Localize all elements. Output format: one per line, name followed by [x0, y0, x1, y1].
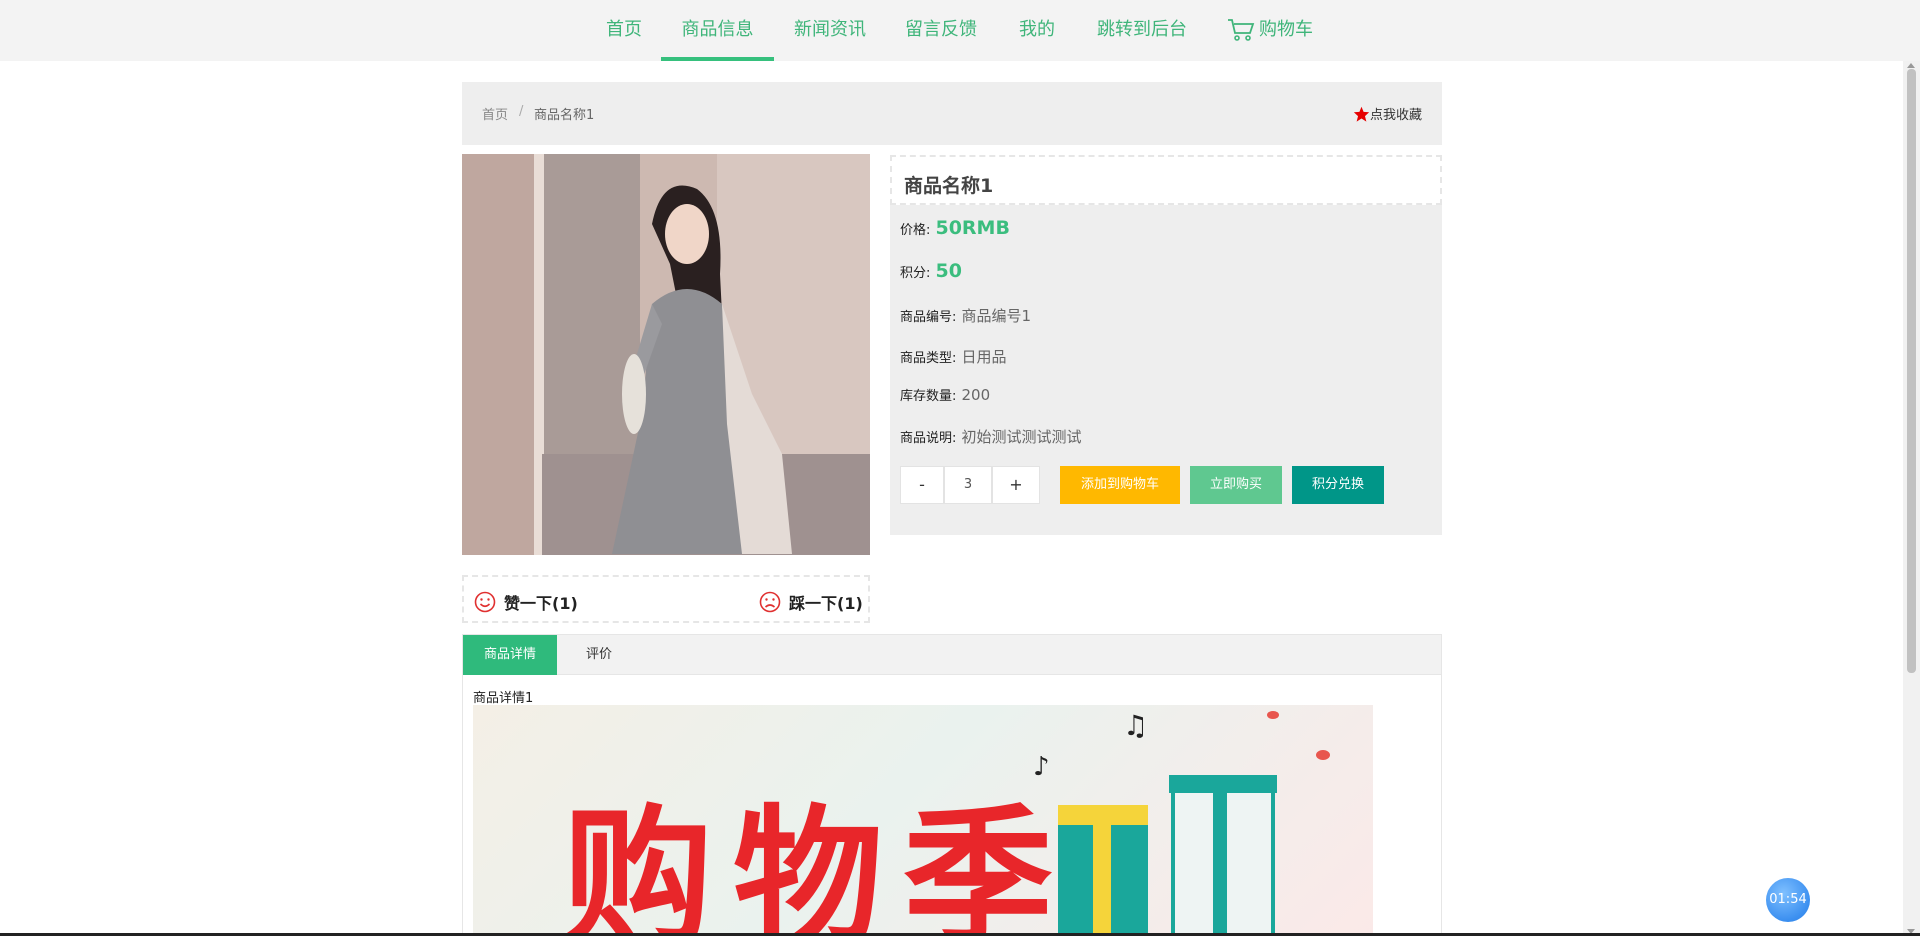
desc-value: 初始测试测试测试	[961, 428, 1082, 446]
favorite-button[interactable]: 点我收藏	[1353, 104, 1422, 123]
smile-icon	[474, 591, 496, 613]
tab-details[interactable]: 商品详情	[463, 635, 557, 675]
product-info-panel: 价格: 50RMB 积分: 50 商品编号: 商品编号1 商品类型: 日用品 库…	[890, 205, 1442, 535]
breadcrumb: 首页 / 商品名称1 点我收藏	[462, 82, 1442, 145]
nav-products[interactable]: 商品信息	[661, 0, 774, 61]
price-value: 50RMB	[935, 217, 1010, 239]
product-title: 商品名称1	[904, 175, 994, 197]
banner-text: 购物季	[563, 792, 1073, 936]
stock-value: 200	[961, 386, 991, 404]
add-to-cart-button[interactable]: 添加到购物车	[1060, 466, 1180, 504]
vote-bar: 赞一下(1) 踩一下(1)	[462, 575, 870, 623]
timer-badge: 01:54	[1766, 878, 1810, 922]
quantity-input[interactable]: 3	[944, 466, 992, 504]
like-button[interactable]: 赞一下(1)	[474, 590, 578, 614]
quantity-increase-button[interactable]: +	[992, 466, 1040, 504]
scroll-up-arrow-icon[interactable]	[1907, 63, 1915, 68]
like-label: 赞一下(1)	[504, 594, 578, 613]
price-label: 价格:	[900, 223, 931, 238]
favorite-label: 点我收藏	[1369, 108, 1422, 123]
nav-home[interactable]: 首页	[602, 0, 646, 61]
code-value: 商品编号1	[961, 307, 1032, 325]
nav-feedback[interactable]: 留言反馈	[901, 0, 981, 61]
nav-news[interactable]: 新闻资讯	[790, 0, 870, 61]
dislike-button[interactable]: 踩一下(1)	[759, 590, 863, 614]
price-row: 价格: 50RMB	[900, 217, 1010, 239]
type-row: 商品类型: 日用品	[900, 346, 1007, 367]
nav-mine[interactable]: 我的	[1015, 0, 1059, 61]
nav-cart-label: 购物车	[1259, 19, 1313, 40]
points-value: 50	[935, 260, 962, 282]
breadcrumb-home[interactable]: 首页	[482, 104, 508, 123]
product-image	[462, 154, 870, 555]
points-exchange-button[interactable]: 积分兑换	[1292, 466, 1384, 504]
desc-row: 商品说明: 初始测试测试测试	[900, 426, 1082, 447]
type-value: 日用品	[961, 348, 1007, 366]
page-scrollbar[interactable]	[1903, 61, 1920, 936]
nav-admin[interactable]: 跳转到后台	[1092, 0, 1192, 61]
dislike-label: 踩一下(1)	[789, 594, 863, 613]
promo-banner-image: 购物季 ♫ ♪	[473, 705, 1373, 936]
cart-icon	[1228, 19, 1255, 41]
music-note-icon-small: ♪	[1033, 752, 1050, 782]
nav-cart[interactable]: 购物车	[1224, 0, 1316, 61]
product-title-box: 商品名称1	[890, 155, 1442, 205]
frown-icon	[759, 591, 781, 613]
code-row: 商品编号: 商品编号1	[900, 305, 1031, 326]
breadcrumb-separator: /	[519, 104, 524, 119]
tab-header: 商品详情 评价	[463, 635, 1441, 675]
points-label: 积分:	[900, 266, 931, 281]
type-label: 商品类型:	[900, 351, 957, 366]
code-label: 商品编号:	[900, 310, 957, 325]
music-note-icon: ♫	[1123, 709, 1148, 742]
breadcrumb-current: 商品名称1	[534, 108, 595, 123]
top-nav: 首页 商品信息 新闻资讯 留言反馈 我的 跳转到后台 购物车	[0, 0, 1920, 61]
stock-label: 库存数量:	[900, 389, 957, 404]
detail-tabs: 商品详情 评价 商品详情1 购物季 ♫ ♪	[462, 634, 1442, 936]
buy-now-button[interactable]: 立即购买	[1190, 466, 1282, 504]
desc-label: 商品说明:	[900, 431, 957, 446]
quantity-decrease-button[interactable]: -	[900, 466, 944, 504]
star-icon	[1353, 106, 1370, 122]
stock-row: 库存数量: 200	[900, 385, 990, 404]
points-row: 积分: 50	[900, 260, 962, 282]
tab-reviews[interactable]: 评价	[557, 635, 641, 675]
detail-text: 商品详情1	[473, 691, 534, 706]
scrollbar-thumb[interactable]	[1907, 69, 1916, 673]
